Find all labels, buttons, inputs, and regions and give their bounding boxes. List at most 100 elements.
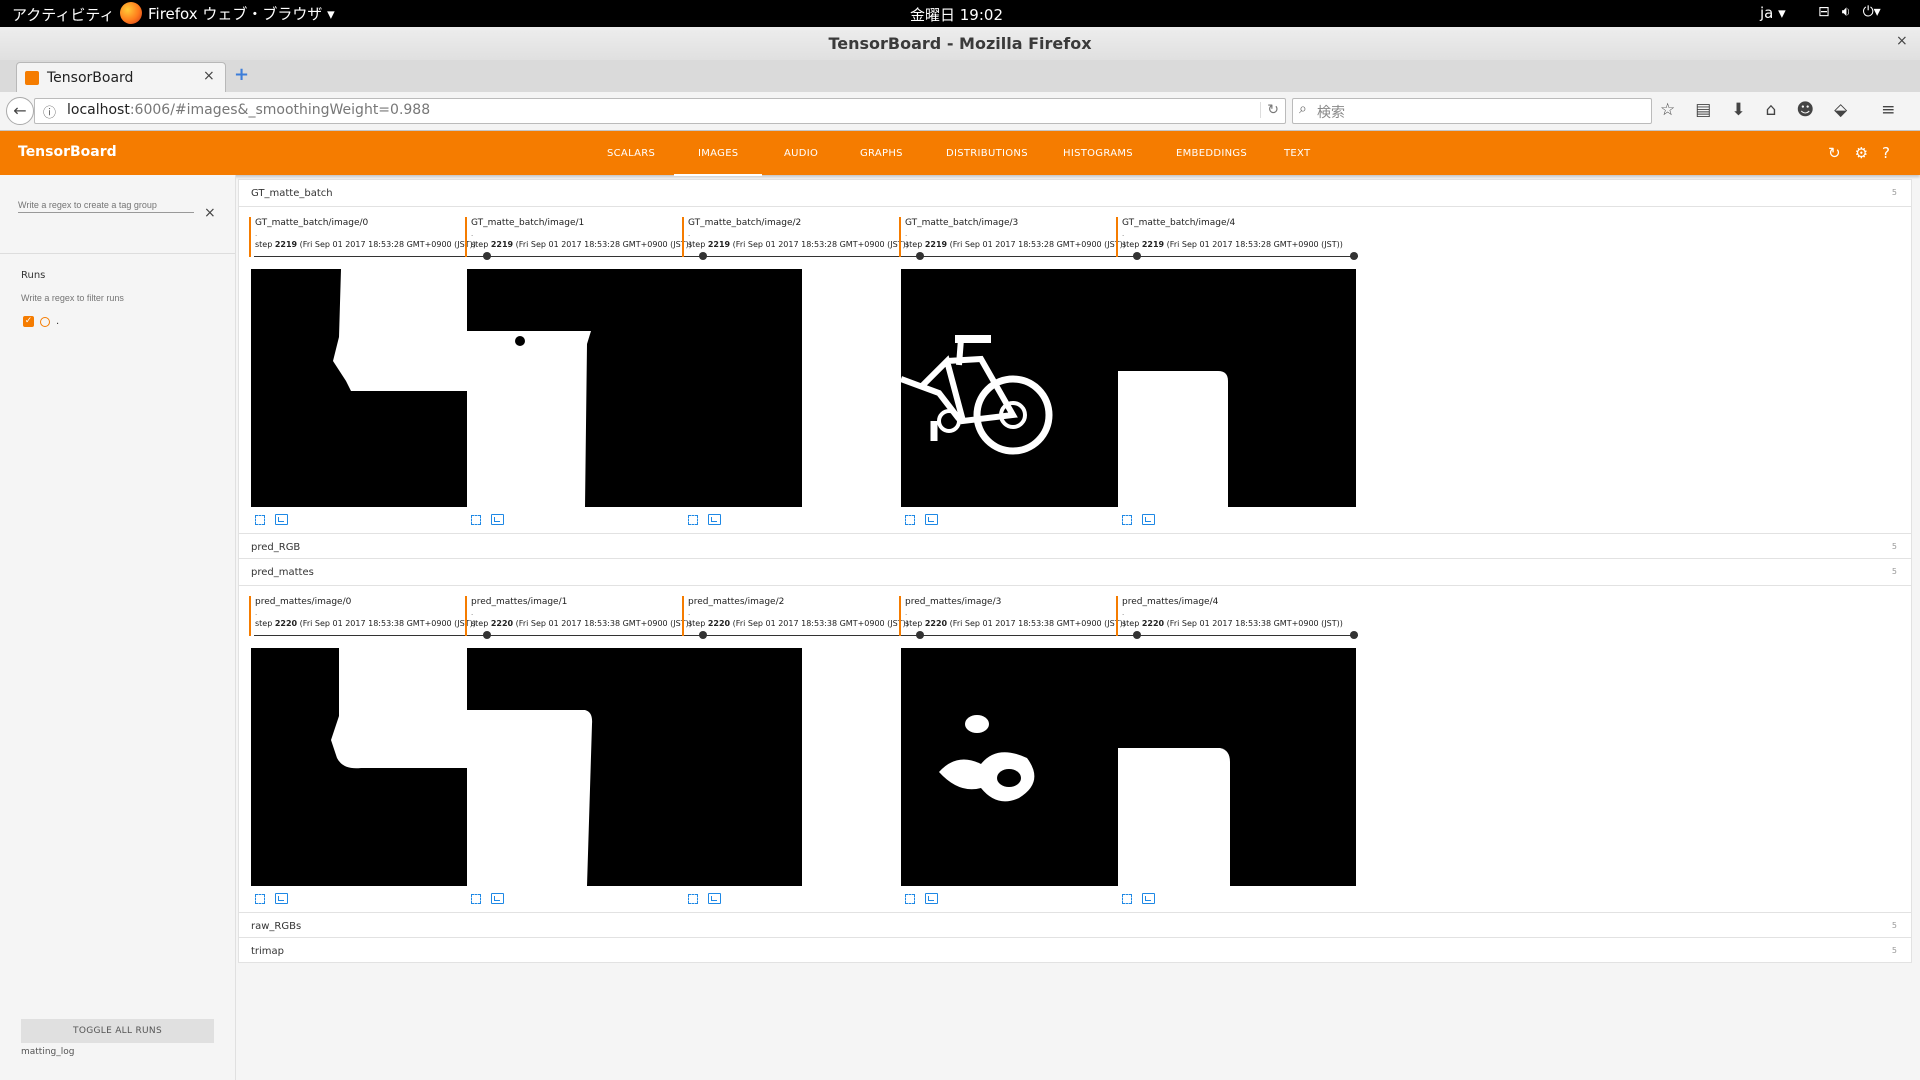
chat-icon[interactable]: ☻ (1796, 100, 1814, 120)
tab-text[interactable]: TEXT (1284, 148, 1310, 159)
help-icon[interactable]: ? (1882, 144, 1890, 162)
pocket-icon[interactable]: ⬙ (1834, 100, 1847, 120)
actual-size-icon[interactable] (491, 893, 504, 904)
fullscreen-icon[interactable] (255, 514, 265, 525)
category-header[interactable]: raw_RGBs 5 (239, 913, 1911, 939)
browser-tab[interactable]: TensorBoard × (16, 62, 226, 93)
url-bar[interactable]: ⓘ localhost:6006/#images&_smoothingWeigh… (34, 98, 1286, 124)
matte-image[interactable] (684, 648, 922, 886)
tab-scalars[interactable]: SCALARS (607, 148, 655, 159)
tab-distributions[interactable]: DISTRIBUTIONS (946, 148, 1028, 159)
system-tray[interactable]: ⊟ 🔉︎ ⏻▾ (1818, 4, 1881, 20)
step-slider[interactable] (470, 635, 707, 636)
step-slider-knob[interactable] (1350, 631, 1358, 639)
step-slider[interactable] (904, 635, 1141, 636)
toggle-all-runs-button[interactable]: TOGGLE ALL RUNS (21, 1019, 214, 1043)
fullscreen-icon[interactable] (471, 893, 481, 904)
step-slider-knob[interactable] (1350, 252, 1358, 260)
step-slider[interactable] (254, 256, 491, 257)
card-title: pred_mattes/image/3 (905, 597, 1002, 607)
download-icon[interactable]: ⬇ (1731, 100, 1745, 120)
matte-image[interactable] (1118, 269, 1356, 507)
bookmark-star-icon[interactable]: ☆ (1660, 100, 1675, 120)
fullscreen-icon[interactable] (255, 893, 265, 904)
step-label: step (255, 240, 273, 249)
fullscreen-icon[interactable] (1122, 893, 1132, 904)
actual-size-icon[interactable] (925, 514, 938, 525)
actual-size-icon[interactable] (275, 893, 288, 904)
clear-regex-icon[interactable]: × (204, 205, 216, 221)
matte-image[interactable] (901, 648, 1139, 886)
actual-size-icon[interactable] (708, 514, 721, 525)
tab-embeddings[interactable]: EMBEDDINGS (1176, 148, 1247, 159)
reload-icon[interactable]: ↻ (1828, 144, 1841, 162)
new-tab-button[interactable]: + (234, 64, 249, 85)
matte-image[interactable] (251, 269, 489, 507)
matte-image[interactable] (901, 269, 1139, 507)
tag-group-regex-input[interactable] (18, 198, 194, 213)
firefox-logo-icon (120, 2, 142, 24)
step-value: 2220 (1141, 619, 1165, 628)
fullscreen-icon[interactable] (905, 893, 915, 904)
step-slider[interactable] (1121, 635, 1358, 636)
step-slider[interactable] (470, 256, 707, 257)
fullscreen-icon[interactable] (471, 514, 481, 525)
fullscreen-icon[interactable] (905, 514, 915, 525)
input-language[interactable]: ja ▾ (1760, 4, 1786, 22)
matte-image[interactable] (684, 269, 922, 507)
actual-size-icon[interactable] (491, 514, 504, 525)
actual-size-icon[interactable] (275, 514, 288, 525)
actual-size-icon[interactable] (925, 893, 938, 904)
run-item[interactable]: ✓ . (23, 316, 59, 327)
step-slider[interactable] (687, 256, 924, 257)
fullscreen-icon[interactable] (688, 514, 698, 525)
activities-button[interactable]: アクティビティ (12, 4, 114, 25)
window-close-button[interactable]: × (1896, 33, 1908, 49)
tab-audio[interactable]: AUDIO (784, 148, 818, 159)
tab-graphs[interactable]: GRAPHS (860, 148, 903, 159)
actual-size-icon[interactable] (1142, 514, 1155, 525)
step-slider[interactable] (254, 635, 491, 636)
hamburger-menu-icon[interactable]: ≡ (1881, 100, 1895, 120)
matte-foreground (467, 331, 591, 507)
step-slider[interactable] (687, 635, 924, 636)
images-dashboard: GT_matte_batch 5 GT_matte_batch/image/0. st… (236, 175, 1920, 1080)
actual-size-icon[interactable] (1142, 893, 1155, 904)
step-time: (Fri Sep 01 2017 18:53:38 GMT+0900 (JST)… (299, 619, 476, 628)
back-button[interactable]: ← (6, 97, 34, 125)
volume-icon: 🔉︎ (1841, 4, 1851, 20)
clock[interactable]: 金曜日 19:02 (910, 4, 1003, 25)
search-bar[interactable]: ⌕ 検索 (1292, 98, 1652, 124)
category-count: 5 (1891, 567, 1897, 576)
fullscreen-icon[interactable] (688, 893, 698, 904)
runs-filter-input[interactable] (21, 293, 201, 303)
category-header[interactable]: GT_matte_batch 5 (239, 180, 1911, 206)
category-header[interactable]: pred_RGB 5 (239, 534, 1911, 560)
step-label: step (905, 619, 923, 628)
run-checkbox[interactable]: ✓ (23, 316, 34, 327)
category-header[interactable]: pred_mattes 5 (239, 559, 1911, 585)
fullscreen-icon[interactable] (1122, 514, 1132, 525)
matte-image[interactable] (467, 269, 705, 507)
reload-icon[interactable]: ↻ (1260, 102, 1279, 118)
matte-background (901, 269, 1139, 507)
site-info-icon[interactable]: ⓘ (43, 102, 56, 121)
settings-gear-icon[interactable]: ⚙ (1855, 144, 1868, 162)
reading-list-icon[interactable]: ▤ (1695, 100, 1711, 120)
matte-image[interactable] (467, 648, 705, 886)
matte-image[interactable] (1118, 648, 1356, 886)
matte-image[interactable] (251, 648, 489, 886)
card-run-label: . (688, 230, 691, 238)
app-menu[interactable]: Firefox ウェブ・ブラウザ ▾ (120, 2, 335, 24)
category-header[interactable]: trimap 5 (239, 938, 1911, 964)
tab-images[interactable]: IMAGES (673, 148, 764, 176)
url-text[interactable]: localhost:6006/#images&_smoothingWeight=… (67, 102, 430, 118)
run-color-radio[interactable] (40, 316, 50, 327)
home-icon[interactable]: ⌂ (1766, 100, 1777, 120)
tab-histograms[interactable]: HISTOGRAMS (1063, 148, 1133, 159)
actual-size-icon[interactable] (708, 893, 721, 904)
step-value: 2219 (707, 240, 731, 249)
step-slider[interactable] (1121, 256, 1358, 257)
tab-close-icon[interactable]: × (203, 68, 215, 84)
step-slider[interactable] (904, 256, 1141, 257)
